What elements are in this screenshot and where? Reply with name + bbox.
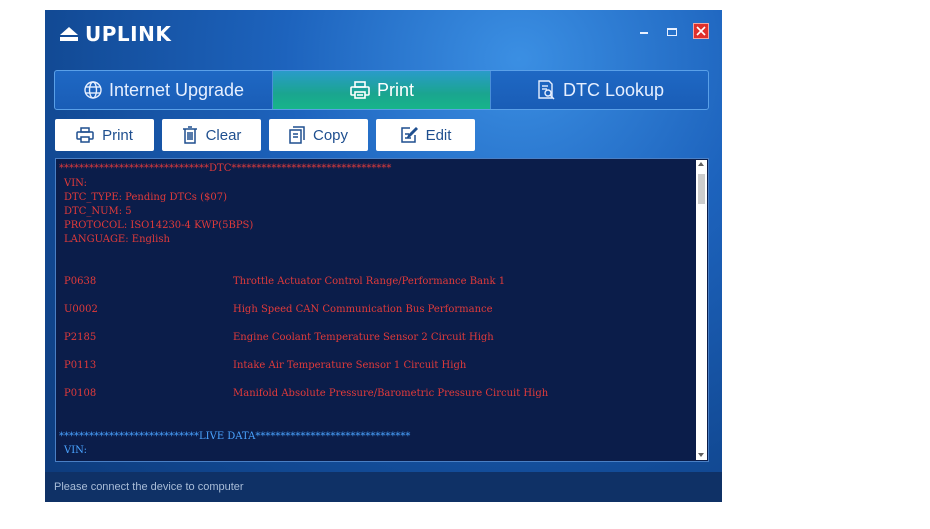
- dtc-code: P0108: [64, 388, 97, 399]
- app-logo: UPLINK: [59, 22, 171, 46]
- tab-dtc-lookup[interactable]: DTC Lookup: [490, 71, 708, 109]
- dtc-code: P0113: [64, 360, 97, 371]
- edit-button[interactable]: Edit: [376, 119, 475, 151]
- copy-icon: [289, 126, 305, 144]
- language-line: LANGUAGE: English: [64, 234, 170, 245]
- copy-label: Copy: [312, 126, 349, 144]
- edit-label: Edit: [425, 126, 452, 144]
- dtc-code: P2185: [64, 332, 97, 343]
- printer-icon: [76, 127, 94, 143]
- maximize-button[interactable]: [664, 24, 680, 40]
- tab-print[interactable]: Print: [272, 71, 490, 109]
- status-bar: Please connect the device to computer: [45, 472, 722, 502]
- close-button[interactable]: [693, 23, 709, 39]
- protocol-line: PROTOCOL: ISO14230-4 KWP(5BPS): [64, 220, 254, 231]
- dtc-description: Intake Air Temperature Sensor 1 Circuit …: [233, 360, 467, 371]
- edit-icon: [400, 126, 418, 144]
- toolbar: Print Clear Copy Edit: [55, 119, 475, 151]
- scroll-down-arrow-icon[interactable]: [698, 453, 704, 457]
- globe-icon: [83, 80, 103, 100]
- vin-line: VIN:: [64, 178, 87, 189]
- tab-label: DTC Lookup: [562, 79, 665, 100]
- document-search-icon: [535, 79, 557, 101]
- dtc-num-line: DTC_NUM: 5: [64, 206, 132, 217]
- dtc-description: Engine Coolant Temperature Sensor 2 Circ…: [233, 332, 494, 343]
- scrollbar-thumb[interactable]: [698, 174, 705, 204]
- print-button[interactable]: Print: [55, 119, 154, 151]
- tab-internet-upgrade[interactable]: Internet Upgrade: [55, 71, 272, 109]
- clear-label: Clear: [205, 126, 242, 144]
- vertical-scrollbar[interactable]: [696, 160, 707, 460]
- scroll-up-arrow-icon[interactable]: [698, 162, 704, 166]
- dtc-description: Throttle Actuator Control Range/Performa…: [233, 276, 506, 287]
- status-text: Please connect the device to computer: [54, 481, 244, 493]
- dtc-header: ******************************DTC*******…: [59, 163, 392, 174]
- uplink-logo-icon: [60, 27, 78, 41]
- minimize-button[interactable]: [636, 24, 652, 40]
- printer-icon: [349, 80, 371, 100]
- live-data-header: ****************************LIVE DATA***…: [59, 431, 411, 442]
- dtc-description: Manifold Absolute Pressure/Barometric Pr…: [233, 388, 549, 399]
- dtc-code: U0002: [64, 304, 98, 315]
- clear-button[interactable]: Clear: [162, 119, 261, 151]
- close-icon: [696, 26, 706, 36]
- minimize-icon: [640, 32, 648, 34]
- maximize-icon: [667, 28, 677, 36]
- live-vin-line: VIN:: [64, 445, 87, 456]
- app-window: UPLINK Internet Upgrade Print DTC Lookup…: [45, 10, 722, 502]
- trash-icon: [182, 126, 198, 144]
- copy-button[interactable]: Copy: [269, 119, 368, 151]
- dtc-description: High Speed CAN Communication Bus Perform…: [233, 304, 493, 315]
- print-output-area[interactable]: ******************************DTC*******…: [55, 158, 709, 462]
- app-name: UPLINK: [85, 22, 172, 46]
- dtc-type-line: DTC_TYPE: Pending DTCs ($07): [64, 192, 227, 203]
- tab-bar: Internet Upgrade Print DTC Lookup: [54, 70, 709, 110]
- tab-label: Internet Upgrade: [108, 79, 245, 100]
- title-bar: UPLINK: [45, 10, 722, 62]
- print-label: Print: [102, 126, 133, 144]
- dtc-code: P0638: [64, 276, 97, 287]
- tab-label: Print: [376, 79, 414, 100]
